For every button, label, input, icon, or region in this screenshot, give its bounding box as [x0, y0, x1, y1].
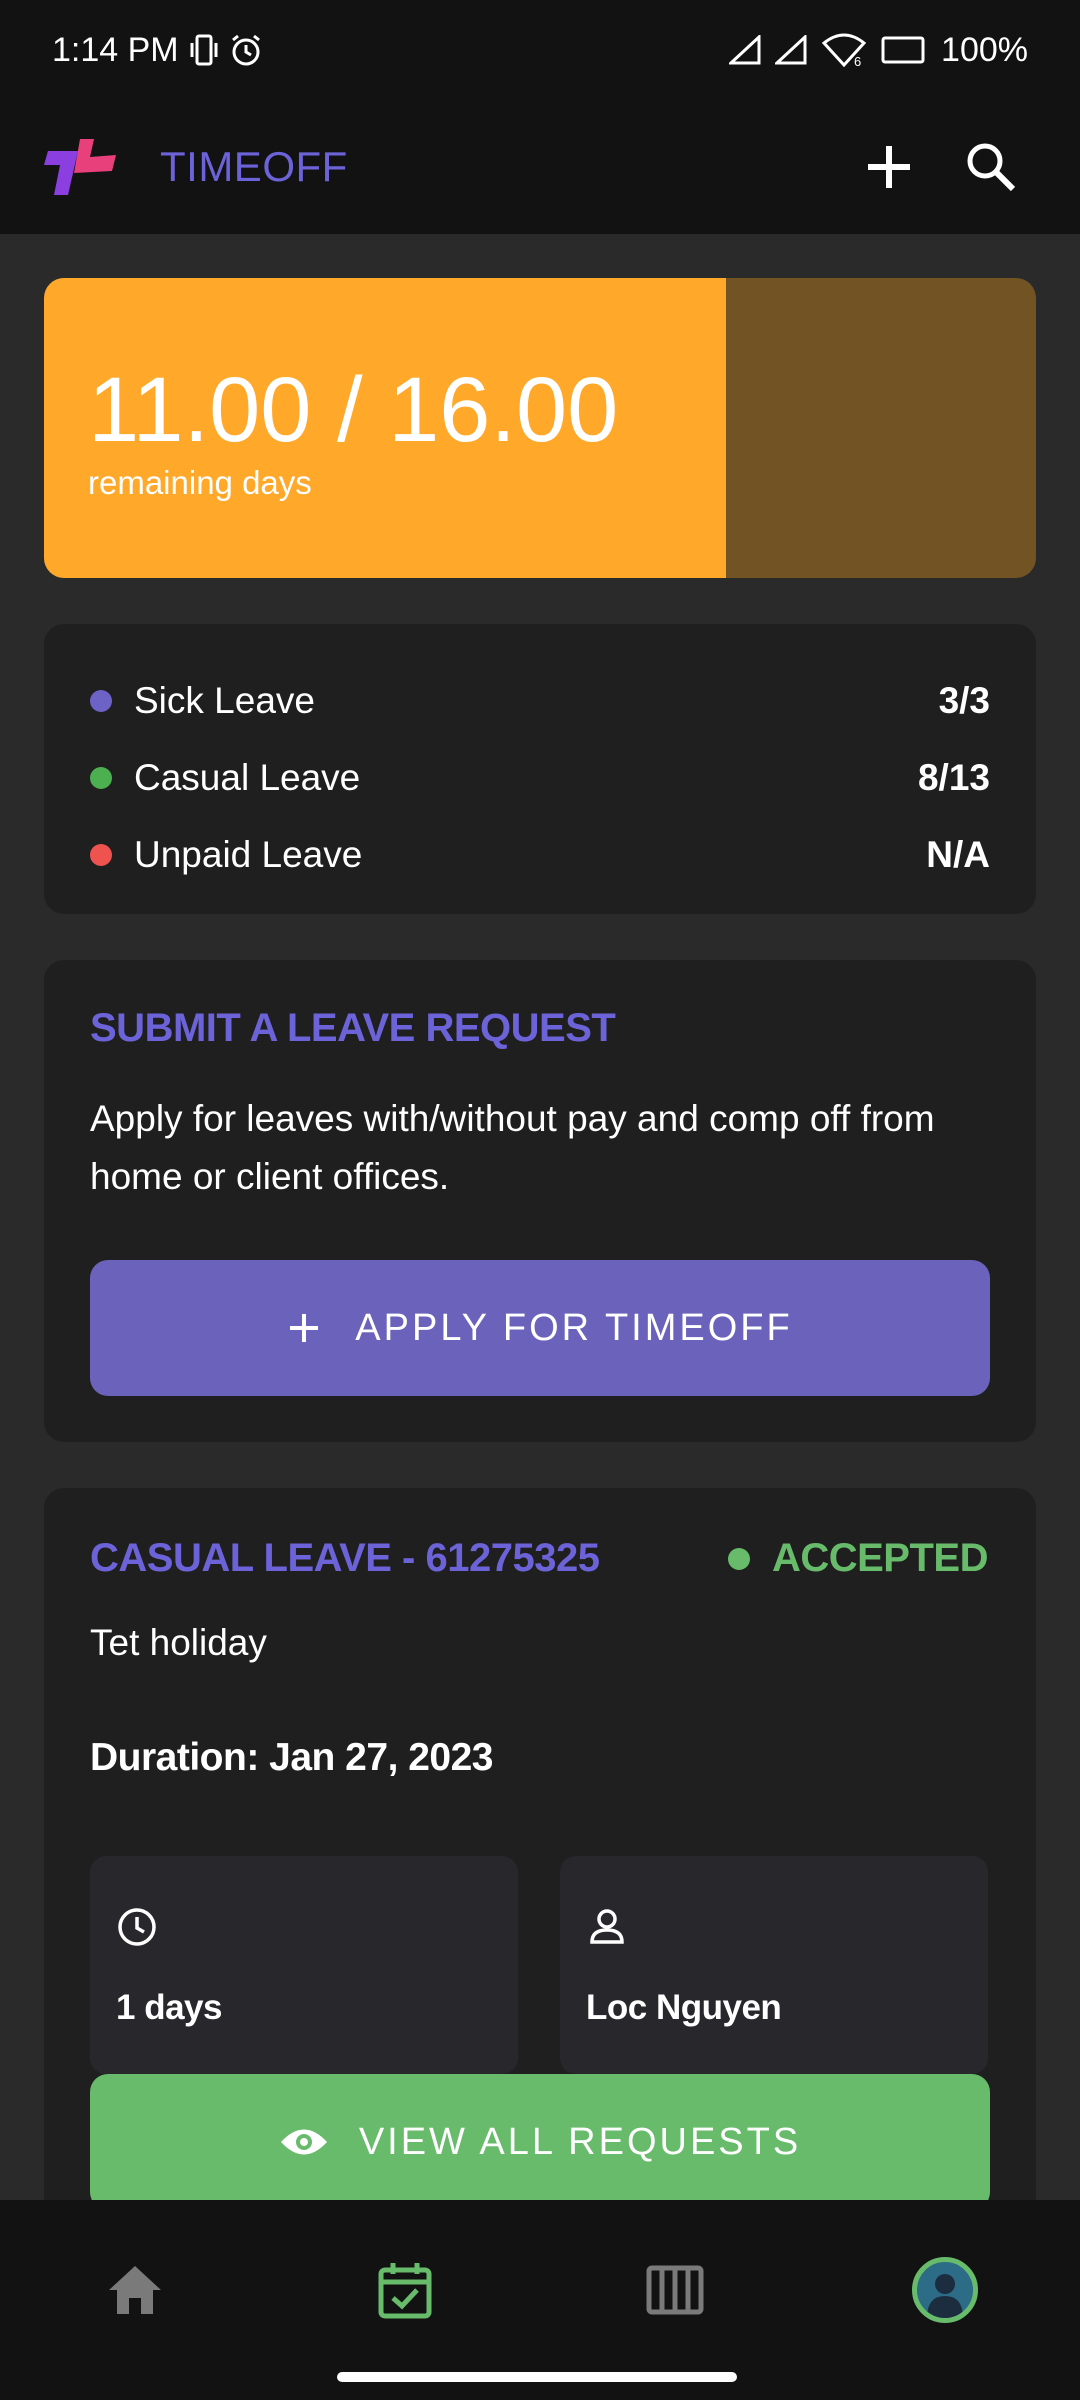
person-icon: [590, 1909, 624, 1944]
plus-icon: [868, 146, 910, 188]
app-title: TIMEOFF: [160, 143, 348, 190]
status-left: 1:14 PM: [52, 31, 263, 70]
approver-name: Loc Nguyen: [586, 1988, 782, 2027]
leave-name: Unpaid Leave: [134, 833, 363, 875]
clock-icon: [118, 1908, 156, 1946]
alarm-icon: [229, 33, 263, 67]
view-all-requests-label: VIEW ALL REQUESTS: [358, 2120, 802, 2163]
bottom-nav: [0, 2200, 1080, 2400]
balance-label: remaining days: [88, 464, 312, 501]
balance-card: 11.00 / 16.00 remaining days: [44, 278, 1036, 578]
search-icon: [967, 143, 1016, 192]
status-bar: 1:14 PM 6 100%: [0, 0, 1080, 100]
avatar: [912, 2257, 978, 2323]
plus-icon: [290, 1314, 319, 1342]
balance-value: 11.00 / 16.00: [88, 359, 619, 461]
request-title: CASUAL LEAVE - 61275325: [90, 1536, 600, 1580]
leave-row-unpaid: Unpaid Leave N/A: [90, 816, 990, 893]
add-button[interactable]: [844, 122, 934, 212]
signal-icon: [775, 35, 807, 65]
leave-value: 3/3: [938, 679, 990, 721]
apply-timeoff-button[interactable]: APPLY FOR TIMEOFF: [90, 1260, 990, 1396]
battery-percent: 100%: [941, 30, 1028, 69]
nav-calendar[interactable]: [345, 2240, 465, 2340]
leave-types-card: Sick Leave 3/3 Casual Leave 8/13 Unpaid …: [44, 624, 1036, 914]
vibrate-icon: [189, 33, 219, 67]
battery-icon: [881, 35, 927, 65]
leave-value: N/A: [926, 833, 990, 875]
leave-dot: [90, 843, 112, 866]
status-badge: ACCEPTED: [727, 1536, 989, 1581]
view-all-requests-button[interactable]: VIEW ALL REQUESTS: [90, 2074, 990, 2200]
content: 11.00 / 16.00 remaining days Sick Leave …: [0, 234, 1080, 2200]
status-label: ACCEPTED: [771, 1536, 989, 1580]
nav-profile[interactable]: [885, 2240, 1005, 2340]
status-dot: [727, 1547, 750, 1570]
home-indicator: [337, 2372, 737, 2382]
request-reason: Tet holiday: [90, 1622, 267, 1663]
status-time: 1:14 PM: [52, 30, 179, 69]
leave-row-casual: Casual Leave 8/13: [90, 739, 990, 816]
app-bar: TIMEOFF: [0, 100, 1080, 234]
days-info-box: 1 days: [90, 1856, 518, 2074]
leave-dot: [90, 689, 112, 712]
leave-name: Sick Leave: [134, 679, 315, 721]
board-icon: [646, 2265, 704, 2315]
nav-home[interactable]: [75, 2240, 195, 2340]
home-icon: [109, 2266, 161, 2314]
submit-description: Apply for leaves with/without pay and co…: [90, 1098, 935, 1197]
status-right: 6 100%: [729, 31, 1028, 70]
days-value: 1 days: [116, 1988, 222, 2027]
wifi-icon: 6: [821, 33, 867, 67]
request-duration: Duration: Jan 27, 2023: [90, 1736, 494, 1779]
approver-info-box: Loc Nguyen: [560, 1856, 988, 2074]
apply-timeoff-label: APPLY FOR TIMEOFF: [355, 1306, 793, 1349]
search-button[interactable]: [946, 122, 1036, 212]
leave-name: Casual Leave: [134, 756, 361, 798]
app-logo: [44, 135, 120, 199]
leave-value: 8/13: [917, 756, 990, 798]
calendar-check-icon: [378, 2263, 432, 2319]
leave-dot: [90, 766, 112, 789]
submit-request-card: SUBMIT A LEAVE REQUEST Apply for leaves …: [44, 960, 1036, 1442]
leave-row-sick: Sick Leave 3/3: [90, 662, 990, 739]
signal-icon: [729, 35, 761, 65]
svg-text:6: 6: [854, 54, 861, 67]
submit-title: SUBMIT A LEAVE REQUEST: [90, 1006, 616, 1050]
eye-icon: [280, 2129, 327, 2155]
nav-board[interactable]: [615, 2240, 735, 2340]
